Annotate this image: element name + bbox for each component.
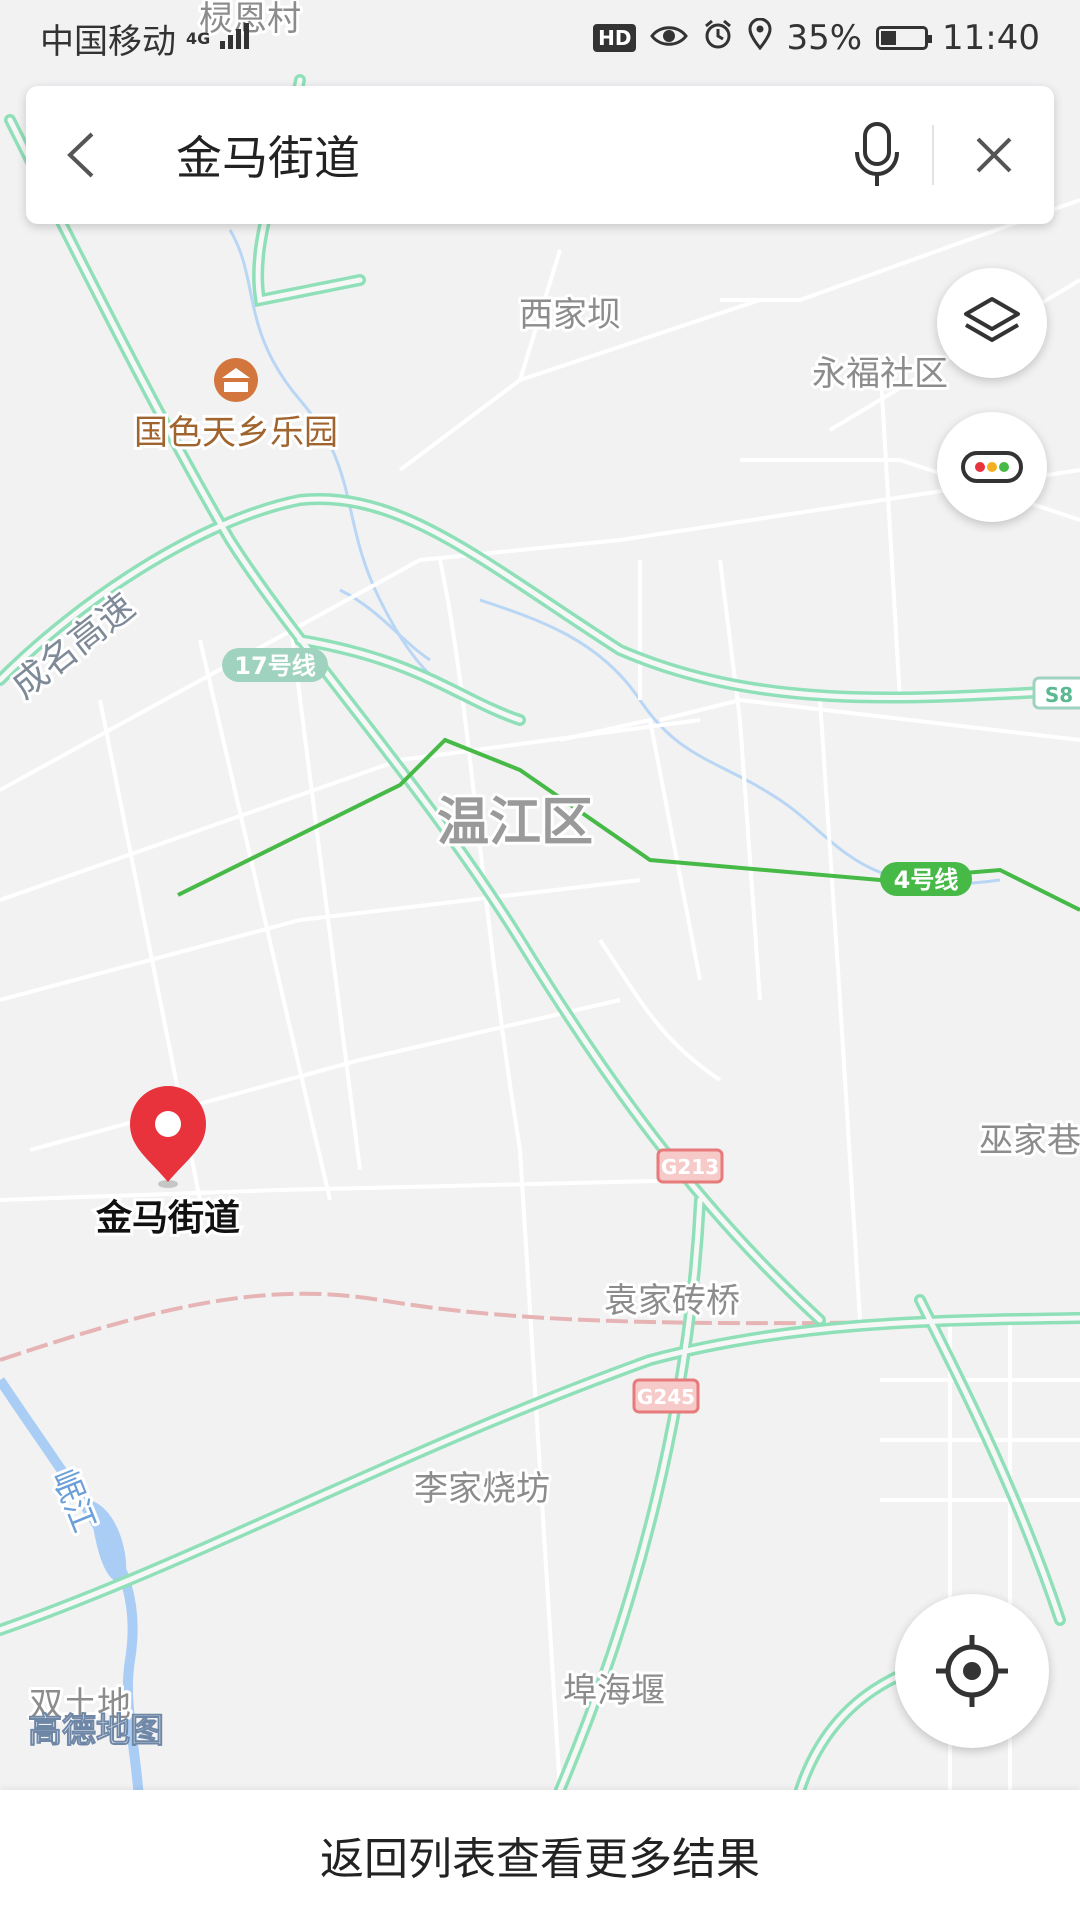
badge-s8-text: S8 [1045,683,1073,707]
label-yongfu-community: 永福社区 [812,354,948,394]
location-icon [748,17,772,59]
badge-line-17-text: 17号线 [234,652,315,680]
carrier-name: 中国移动 [40,21,176,62]
back-to-list-label: 返回列表查看更多结果 [320,1834,760,1885]
crosshair-icon [936,1635,1008,1707]
network-type: 4G [186,28,211,48]
close-icon [976,137,1012,173]
voice-search-button[interactable] [822,86,932,224]
search-bar[interactable]: 金马街道 [26,86,1054,224]
label-yuanjia-zhuanqiao: 袁家砖桥 [604,1281,740,1321]
badge-g213: G213 [656,1148,724,1184]
badge-line-17: 17号线 [222,648,328,682]
back-to-list-button[interactable]: 返回列表查看更多结果 [0,1790,1080,1920]
badge-g213-text: G213 [661,1155,719,1179]
search-input[interactable]: 金马街道 [136,122,822,188]
microphone-icon [855,122,899,186]
badge-line-4-text: 4号线 [894,866,959,894]
badge-s8: S8 [1032,676,1080,710]
alarm-icon [702,18,734,59]
label-lijia-shaofang: 李家烧坊 [414,1469,550,1509]
eye-comfort-icon [650,18,689,58]
battery-percent: 35% [786,18,863,58]
badge-g245: G245 [632,1378,700,1414]
amap-watermark: 高德地图 [28,1711,164,1751]
label-wenjiang-district: 温江区 [437,793,593,853]
label-poi-guose: 国色天乡乐园 [134,413,338,453]
label-wujiaxiang: 巫家巷 [979,1121,1080,1161]
signal-icon [220,18,250,58]
clear-search-button[interactable] [934,86,1054,224]
battery-icon [876,26,933,50]
locate-me-button[interactable] [895,1594,1049,1748]
layers-button[interactable] [937,268,1047,378]
clock: 11:40 [942,18,1040,58]
hd-call-icon: HD [593,24,637,52]
chevron-left-icon [67,132,94,178]
marker-label: 金马街道 [95,1197,240,1239]
label-xijiaba: 西家坝 [519,295,621,335]
traffic-button[interactable] [937,412,1047,522]
badge-g245-text: G245 [637,1385,695,1409]
badge-line-4: 4号线 [880,862,972,896]
back-button[interactable] [26,86,136,224]
traffic-icon [961,451,1023,483]
label-buhaiyan: 埠海堰 [563,1671,665,1711]
status-bar: 中国移动 4G HD 35% 11:40 [0,0,1080,76]
layers-icon [964,297,1020,342]
